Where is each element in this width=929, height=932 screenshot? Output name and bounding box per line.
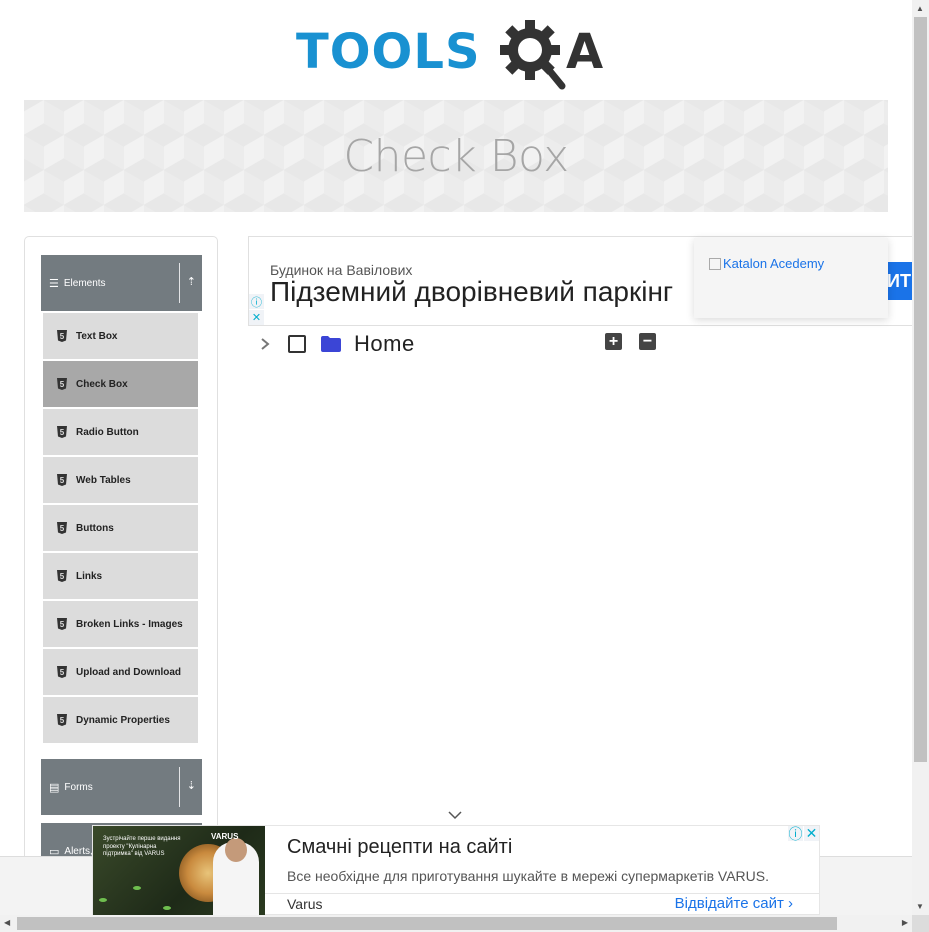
divider [265,893,819,894]
sidebar-item-label: Broken Links - Images [76,618,183,630]
leaf-decoration [133,886,141,890]
bottom-ad[interactable]: Зустрічайте перше видання проекту "Кулін… [92,825,820,916]
html5-icon: 5 [57,474,67,486]
ad-close-icon[interactable]: ✕ [804,825,819,841]
html5-icon: 5 [57,618,67,630]
thumb-brand: VARUS [211,832,239,841]
html5-icon: 5 [57,378,67,390]
logo-a: A [566,24,603,80]
upload-icon[interactable]: ⇡ [187,275,196,288]
sidebar-item-broken-links[interactable]: 5 Broken Links - Images [41,600,199,648]
sidebar-item-links[interactable]: 5 Links [41,552,199,600]
sidebar-item-label: Radio Button [76,426,139,438]
collapse-all-button[interactable]: − [639,333,656,350]
hamburger-icon: ☰ [49,277,59,290]
sidebar-item-radio-button[interactable]: 5 Radio Button [41,408,199,456]
divider [179,263,180,303]
logo-text: TOOLS [296,24,481,80]
leaf-decoration [163,906,171,910]
html5-icon: 5 [57,570,67,582]
html5-icon: 5 [57,666,67,678]
katalon-alt-text: Katalon Acedemy [723,256,825,271]
sidebar-item-web-tables[interactable]: 5 Web Tables [41,456,199,504]
katalon-ad[interactable]: Katalon Acedemy [694,238,888,318]
sidebar-item-label: Text Box [76,330,118,342]
folder-icon [321,336,341,352]
divider [179,767,180,807]
expand-all-button[interactable]: + [605,333,622,350]
html5-icon: 5 [57,330,67,342]
scroll-left-arrow-icon[interactable]: ◀ [4,918,10,927]
scroll-down-arrow-icon[interactable]: ▼ [916,902,924,911]
scrollbar-corner [912,915,929,932]
scroll-up-arrow-icon[interactable]: ▲ [916,4,924,13]
sidebar-item-check-box[interactable]: 5 Check Box [41,360,199,408]
home-checkbox[interactable] [288,335,306,353]
bottom-ad-advertiser: Varus [287,896,323,912]
sidebar-item-label: Links [76,570,103,582]
sidebar-item-label: Check Box [76,378,128,390]
chevron-right-icon[interactable] [256,335,274,353]
horizontal-scrollbar[interactable]: ◀ ▶ [0,915,929,932]
chef-image [213,838,259,916]
leaf-decoration [99,898,107,902]
scroll-right-arrow-icon[interactable]: ▶ [902,918,908,927]
toolsqa-logo[interactable]: TOOLS A [296,14,626,92]
horizontal-scroll-thumb[interactable] [17,917,837,930]
katalon-broken-image[interactable]: Katalon Acedemy [709,256,888,271]
chevron-down-icon[interactable] [446,808,464,822]
gear-magnifier-icon: A [500,20,603,90]
chevron-right-icon: › [788,895,793,912]
sidebar: ☰ Elements ⇡ 5 Text Box 5 Check Box 5 Radio… [24,236,218,879]
tree-label-home[interactable]: Home [354,331,415,357]
sidebar-item-label: Buttons [76,522,114,534]
bottom-ad-description: Все необхідне для приготування шукайте в… [287,868,770,884]
ad-info-icon[interactable]: ⓘ [788,826,803,842]
sidebar-item-upload-download[interactable]: 5 Upload and Download [41,648,199,696]
sidebar-item-text-box[interactable]: 5 Text Box [41,312,199,360]
ad-cta-button[interactable]: ИТИ [887,262,913,300]
group-label: Elements [63,277,106,289]
group-label: Forms [64,781,93,793]
vertical-scrollbar[interactable]: ▲ ▼ [912,0,929,915]
thumb-caption: Зустрічайте перше видання проекту "Кулін… [103,836,181,857]
page-title: Check Box [343,130,569,182]
bottom-ad-headline[interactable]: Смачні рецепти на сайті [287,836,512,859]
html5-icon: 5 [57,714,67,726]
ad-info-icon[interactable]: ⓘ [249,294,264,309]
group-header-forms[interactable]: ▤ Forms ⇣ [41,759,202,815]
sidebar-item-buttons[interactable]: 5 Buttons [41,504,199,552]
html5-icon: 5 [57,426,67,438]
sidebar-item-label: Web Tables [76,474,131,486]
broken-image-icon [709,257,721,270]
elements-menu: 5 Text Box 5 Check Box 5 Radio Button 5 Web … [41,312,199,744]
visit-site-link[interactable]: Відвідайте сайт › [675,895,793,912]
sidebar-item-label: Dynamic Properties [76,714,170,726]
download-icon[interactable]: ⇣ [187,779,196,792]
sidebar-item-label: Upload and Download [76,666,181,678]
group-label: Alerts, [64,845,93,857]
page-banner: Check Box [24,100,888,212]
ad-headline[interactable]: Підземний дворівневий паркінг [270,276,695,308]
html5-icon: 5 [57,522,67,534]
vertical-scroll-thumb[interactable] [914,17,927,762]
group-header-elements[interactable]: ☰ Elements ⇡ [41,255,202,311]
ad-thumbnail-image[interactable]: Зустрічайте перше видання проекту "Кулін… [93,826,265,916]
sidebar-item-dynamic-properties[interactable]: 5 Dynamic Properties [41,696,199,744]
document-icon: ▤ [49,781,60,794]
ad-close-icon[interactable]: ✕ [249,310,264,325]
